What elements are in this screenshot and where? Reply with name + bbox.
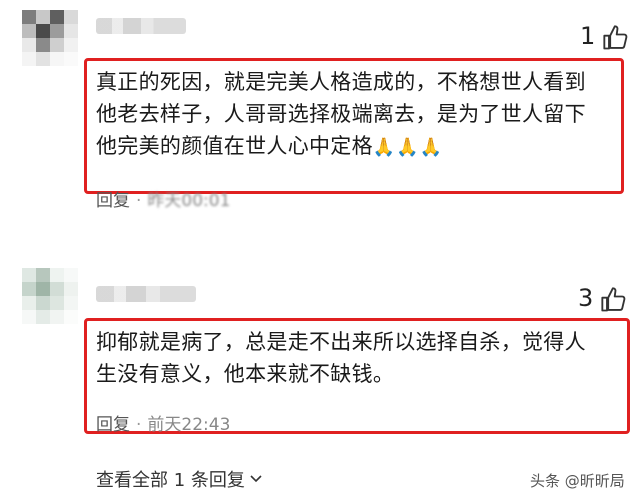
avatar[interactable] (22, 268, 78, 324)
reply-button[interactable]: 回复 (96, 191, 130, 211)
comment-line: 他老去样子，人哥哥选择极端离去，是为了世人留下 (96, 102, 586, 126)
chevron-down-icon (250, 475, 262, 483)
comment-line: 生没有意义，他本来就不缺钱。 (96, 362, 395, 386)
username[interactable] (96, 286, 196, 302)
like-count: 1 (580, 22, 596, 50)
comment-meta: 回复 · 前天22:43 (96, 415, 231, 435)
watermark: 头条 @昕昕局 (530, 472, 625, 490)
avatar[interactable] (22, 10, 78, 66)
timestamp: 前天22:43 (147, 415, 231, 435)
timestamp: 昨天00:01 (147, 191, 231, 211)
view-all-replies-button[interactable]: 查看全部 1 条回复 (96, 466, 263, 492)
comment-text: 抑郁就是病了，总是走不出来所以选择自杀，觉得人 生没有意义，他本来就不缺钱。 (96, 326, 620, 390)
comment-text: 真正的死因，就是完美人格造成的，不格想世人看到 他老去样子，人哥哥选择极端离去，… (96, 66, 616, 164)
view-all-replies-label: 查看全部 1 条回复 (96, 470, 245, 491)
comment-line: 他完美的颜值在世人心中定格🙏🙏🙏 (96, 134, 444, 158)
like-count: 3 (578, 284, 594, 312)
pray-emoji-icon: 🙏🙏🙏 (372, 137, 444, 158)
thumbs-up-icon[interactable] (600, 286, 628, 314)
comment-meta: 回复 · 昨天00:01 (96, 191, 231, 211)
comment-line: 抑郁就是病了，总是走不出来所以选择自杀，觉得人 (96, 330, 586, 354)
thumbs-up-icon[interactable] (602, 24, 630, 52)
reply-button[interactable]: 回复 (96, 415, 130, 435)
username[interactable] (96, 18, 186, 34)
comment-line: 真正的死因，就是完美人格造成的，不格想世人看到 (96, 70, 586, 94)
